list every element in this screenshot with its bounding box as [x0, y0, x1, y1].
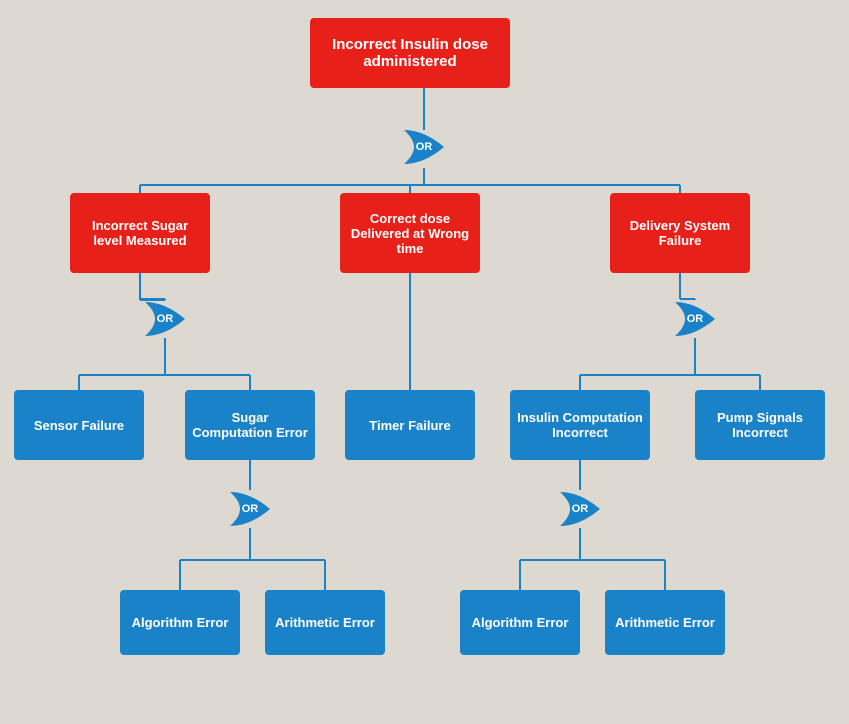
- node-incorrect-sugar: Incorrect Sugar level Measured: [70, 193, 210, 273]
- node-algorithm-error-2: Algorithm Error: [460, 590, 580, 655]
- or-gate-1: OR: [400, 128, 448, 166]
- node-pump-signals-incorrect: Pump Signals Incorrect: [695, 390, 825, 460]
- node-arithmetic-error-2: Arithmetic Error: [605, 590, 725, 655]
- node-algorithm-error-1: Algorithm Error: [120, 590, 240, 655]
- or-gate-3: OR: [671, 300, 719, 338]
- or-gate-4: OR: [226, 490, 274, 528]
- node-timer-failure: Timer Failure: [345, 390, 475, 460]
- node-delivery-system-failure: Delivery System Failure: [610, 193, 750, 273]
- fault-tree-diagram: Incorrect Insulin dose administered OR I…: [0, 0, 849, 724]
- node-insulin-computation-incorrect: Insulin Computation Incorrect: [510, 390, 650, 460]
- node-correct-dose-wrong-time: Correct dose Delivered at Wrong time: [340, 193, 480, 273]
- or-gate-5: OR: [556, 490, 604, 528]
- node-sensor-failure: Sensor Failure: [14, 390, 144, 460]
- node-arithmetic-error-1: Arithmetic Error: [265, 590, 385, 655]
- root-node: Incorrect Insulin dose administered: [310, 18, 510, 88]
- node-sugar-computation-error: Sugar Computation Error: [185, 390, 315, 460]
- or-gate-2: OR: [141, 300, 189, 338]
